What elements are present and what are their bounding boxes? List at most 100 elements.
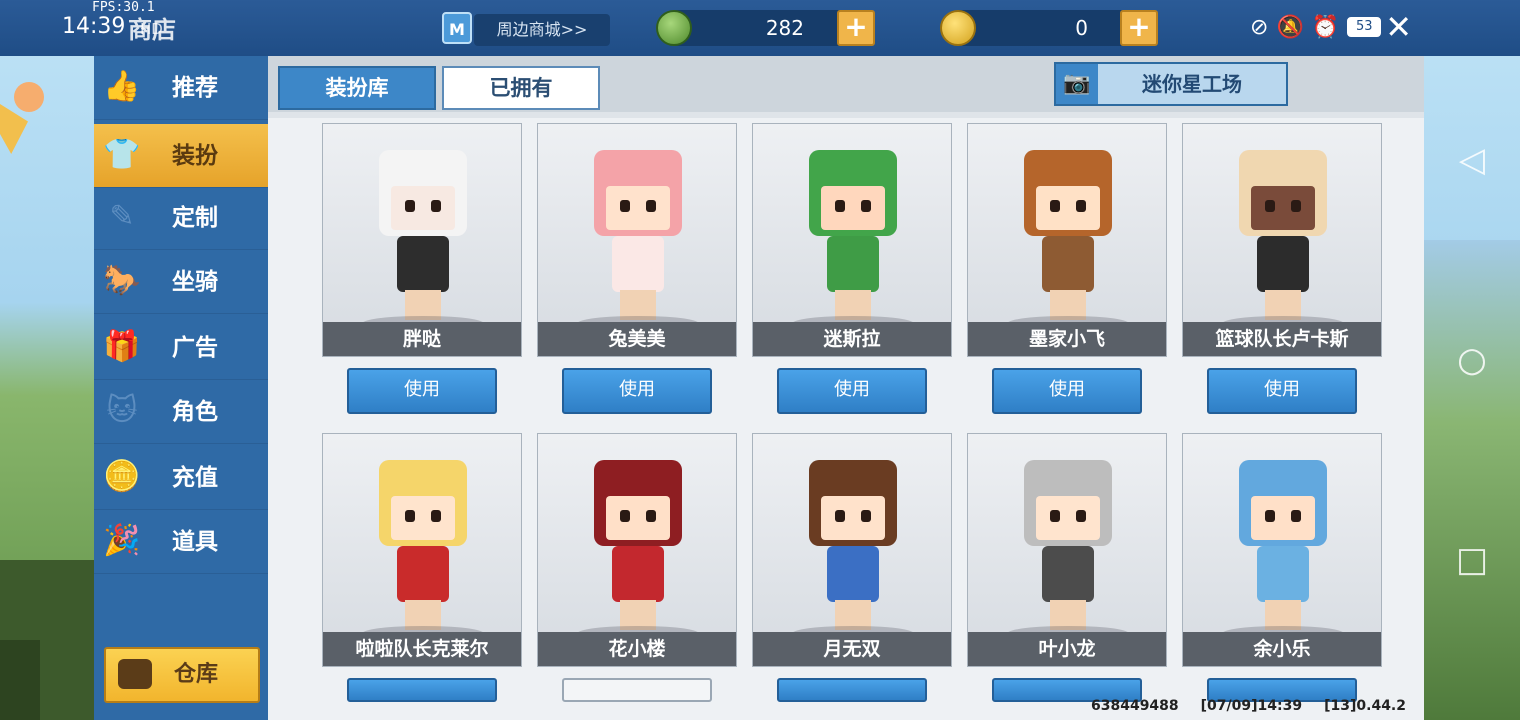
use-button[interactable]	[347, 678, 497, 702]
character-preview	[373, 150, 473, 320]
cat-icon: 🐱	[106, 393, 138, 428]
use-button[interactable]: 使用	[777, 368, 927, 414]
skin-name: 花小楼	[538, 632, 736, 666]
eye	[405, 200, 415, 212]
skin-name: 篮球队长卢卡斯	[1183, 322, 1381, 356]
skin-name: 啦啦队长克莱尔	[323, 632, 521, 666]
sidebar-item-recommended[interactable]: 👍 推荐	[94, 56, 268, 120]
character-face	[1251, 496, 1315, 540]
back-icon[interactable]: ◁	[1454, 142, 1490, 178]
eye	[620, 200, 630, 212]
coins-icon: 🪙	[103, 459, 141, 494]
eye	[1076, 200, 1086, 212]
use-button[interactable]: 使用	[562, 368, 712, 414]
workshop-button[interactable]: 📷 迷你星工场	[1054, 62, 1288, 106]
sidebar-item-label: 坐骑	[172, 269, 218, 295]
eye	[861, 200, 871, 212]
tab-owned[interactable]: 已拥有	[442, 66, 600, 110]
character-face	[1251, 186, 1315, 230]
character-body	[612, 546, 664, 602]
grass-block-decoration	[0, 640, 40, 720]
warehouse-button[interactable]: 仓库	[104, 647, 260, 703]
shopping-bag-icon[interactable]: M	[442, 12, 472, 44]
character-preview	[803, 150, 903, 320]
recent-apps-icon[interactable]: □	[1454, 542, 1490, 578]
skin-card[interactable]: 余小乐	[1182, 433, 1382, 667]
character-body	[397, 236, 449, 292]
sidebar-item-mounts[interactable]: 🐎 坐骑	[94, 250, 268, 314]
skin-name: 兔美美	[538, 322, 736, 356]
sidebar-item-ads[interactable]: 🎁 广告	[94, 316, 268, 380]
character-face	[821, 496, 885, 540]
skin-card[interactable]: 兔美美	[537, 123, 737, 357]
eye	[835, 510, 845, 522]
eye	[1291, 200, 1301, 212]
skin-card[interactable]: 月无双	[752, 433, 952, 667]
skin-grid: 胖哒 使用 兔美美 使用 迷斯拉 使用 墨家小飞 使用 篮球队长卢卡斯 使用 啦啦队长克莱尔 花小楼月…	[268, 118, 1424, 720]
sidebar-item-characters[interactable]: 🐱 角色	[94, 380, 268, 444]
character-preview	[803, 460, 903, 630]
character-body	[1257, 236, 1309, 292]
close-icon[interactable]: ✕	[1385, 8, 1412, 46]
merch-store-link[interactable]: 周边商城>>	[474, 14, 610, 46]
gem-count: 282	[765, 16, 804, 40]
gift-icon: 🎁	[103, 329, 141, 364]
eye	[1265, 200, 1275, 212]
mute-icon: 🔕	[1276, 14, 1304, 40]
skin-name: 余小乐	[1183, 632, 1381, 666]
skin-name: 月无双	[753, 632, 951, 666]
use-button[interactable]	[562, 678, 712, 702]
sidebar-item-label: 推荐	[172, 75, 218, 101]
character-face	[1036, 186, 1100, 230]
eye	[1050, 510, 1060, 522]
skin-card[interactable]: 叶小龙	[967, 433, 1167, 667]
sidebar-item-outfits[interactable]: 👕 装扮	[94, 124, 268, 188]
character-face	[821, 186, 885, 230]
shirt-icon: 👕	[103, 137, 141, 172]
shop-panel: 装扮库 已拥有 📷 迷你星工场 胖哒 使用 兔美美 使用 迷斯拉 使用 墨家小飞 使用 篮球队长…	[268, 56, 1424, 720]
camera-icon: 📷	[1056, 64, 1098, 104]
sparkle-decoration	[0, 104, 28, 154]
chest-icon	[118, 659, 152, 689]
tab-wardrobe[interactable]: 装扮库	[278, 66, 436, 110]
sun-decoration	[14, 82, 44, 112]
use-button[interactable]: 使用	[992, 368, 1142, 414]
sidebar-item-items[interactable]: 🎉 道具	[94, 510, 268, 574]
sidebar-item-custom[interactable]: ✎ 定制	[94, 186, 268, 250]
character-preview	[1233, 150, 1333, 320]
add-gems-button[interactable]: +	[837, 10, 875, 46]
eye	[431, 200, 441, 212]
character-preview	[373, 460, 473, 630]
use-button[interactable]: 使用	[1207, 368, 1357, 414]
tab-bar: 装扮库 已拥有 📷 迷你星工场	[268, 56, 1424, 112]
eye	[1265, 510, 1275, 522]
skin-card[interactable]: 胖哒	[322, 123, 522, 357]
mount-icon: 🐎	[103, 263, 141, 298]
category-sidebar: 👍 推荐 👕 装扮 ✎ 定制 🐎 坐骑 🎁 广告 🐱 角色 🪙 充值 🎉 道具	[94, 56, 268, 720]
use-button[interactable]: 使用	[347, 368, 497, 414]
skin-name: 迷斯拉	[753, 322, 951, 356]
coin-count: 0	[1075, 16, 1088, 40]
character-preview	[588, 460, 688, 630]
eye	[646, 200, 656, 212]
skin-card[interactable]: 迷斯拉	[752, 123, 952, 357]
battery-icon: 53	[1347, 17, 1382, 37]
use-button[interactable]	[777, 678, 927, 702]
skin-card[interactable]: 花小楼	[537, 433, 737, 667]
character-body	[1257, 546, 1309, 602]
skin-card[interactable]: 篮球队长卢卡斯	[1182, 123, 1382, 357]
sidebar-item-label: 角色	[172, 399, 218, 425]
build-date: [07/09]14:39	[1200, 698, 1303, 714]
sidebar-item-recharge[interactable]: 🪙 充值	[94, 446, 268, 510]
character-face	[391, 186, 455, 230]
eye	[620, 510, 630, 522]
version: [13]0.44.2	[1324, 698, 1406, 714]
character-face	[606, 186, 670, 230]
skin-card[interactable]: 墨家小飞	[967, 123, 1167, 357]
add-coins-button[interactable]: +	[1120, 10, 1158, 46]
skin-card[interactable]: 啦啦队长克莱尔	[322, 433, 522, 667]
system-nav-bar: ◁ ○ □	[1424, 0, 1520, 720]
eye	[1291, 510, 1301, 522]
sidebar-item-label: 定制	[172, 205, 218, 231]
home-icon[interactable]: ○	[1454, 342, 1490, 378]
